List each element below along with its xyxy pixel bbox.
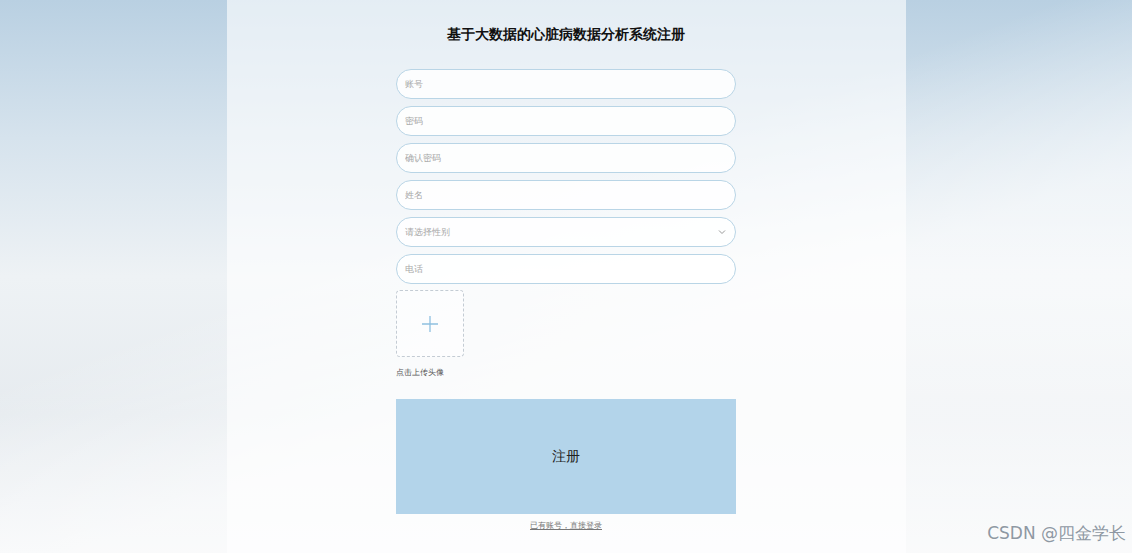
text-input[interactable]: [396, 143, 736, 173]
register-panel: 基于大数据的心脏病数据分析系统注册请选择性别点击上传头像注册已有账号，直接登录: [227, 0, 906, 553]
watermark: CSDN @四金学长: [987, 522, 1126, 545]
avatar-upload[interactable]: [396, 290, 464, 357]
text-input[interactable]: [396, 106, 736, 136]
text-input[interactable]: [396, 180, 736, 210]
gender-select[interactable]: 请选择性别: [396, 217, 736, 247]
select-placeholder: 请选择性别: [405, 226, 450, 239]
plus-icon: [420, 314, 440, 334]
text-input[interactable]: [396, 254, 736, 284]
upload-label: 点击上传头像: [396, 367, 736, 379]
chevron-down-icon: [717, 227, 727, 237]
text-input[interactable]: [396, 69, 736, 99]
register-button[interactable]: 注册: [396, 399, 736, 514]
page-title: 基于大数据的心脏病数据分析系统注册: [447, 24, 685, 44]
login-link[interactable]: 已有账号，直接登录: [396, 520, 736, 532]
register-form: 请选择性别点击上传头像注册已有账号，直接登录: [396, 69, 736, 532]
